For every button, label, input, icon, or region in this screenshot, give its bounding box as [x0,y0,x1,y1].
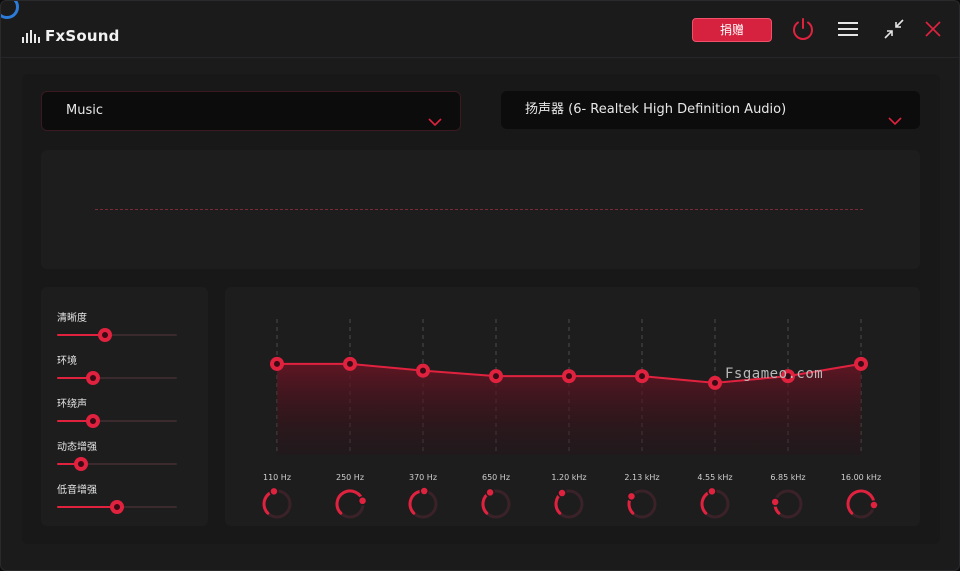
effect-slider-track[interactable] [57,500,177,514]
equalizer-panel: 110 Hz 250 Hz 370 Hz 650 Hz 1.20 kHz 2.13 kHz… [225,287,920,526]
effect-clarity: 清晰度 [57,309,177,342]
chevron-down-icon [428,105,442,143]
eq-band-handle-center [566,373,572,380]
eq-band-handle-center [420,367,426,374]
chevron-down-icon [888,104,902,142]
close-icon[interactable] [919,15,947,43]
app-logo: FxSound [22,27,120,45]
app-name: FxSound [45,27,120,45]
effect-ambience: 环境 [57,352,177,385]
effect-slider-knob[interactable] [86,371,100,385]
eq-band-handle-center [858,360,864,367]
effect-label: 环境 [57,356,77,367]
effect-surround: 环绕声 [57,395,177,428]
eq-band-label: 110 Hz [262,473,292,482]
effect-label: 清晰度 [57,313,87,324]
eq-band-label: 1.20 kHz [551,473,587,482]
effect-bass-boost: 低音增强 [57,481,177,514]
eq-band-handle-center [274,360,280,367]
eq-band-label: 6.85 kHz [770,473,806,482]
eq-band-handle-center [493,373,499,380]
power-icon[interactable] [789,15,817,43]
output-device-value: 扬声器 (6- Realtek High Definition Audio) [525,102,787,117]
effect-slider-knob[interactable] [98,328,112,342]
effect-slider-knob[interactable] [86,414,100,428]
eq-band-label: 370 Hz [408,473,438,482]
eq-band-dial-knob[interactable] [357,496,368,506]
spectrum-visualizer [41,150,920,269]
eq-band-label: 250 Hz [335,473,365,482]
output-device-dropdown[interactable]: 扬声器 (6- Realtek High Definition Audio) [501,91,920,129]
eq-band-handle-center [712,379,718,386]
eq-band-label: 16.00 kHz [840,473,882,482]
preset-value: Music [66,103,103,118]
eq-band-dial-knob[interactable] [557,488,567,498]
eq-band-dial-knob[interactable] [869,500,879,510]
eq-band-dial-knob[interactable] [770,497,780,507]
eq-band-label: 650 Hz [481,473,511,482]
effect-slider-knob[interactable] [110,500,124,514]
effect-slider-track[interactable] [57,328,177,342]
effect-slider-fill [57,506,117,508]
equalizer-graph [262,319,879,519]
eq-band-dial-knob[interactable] [626,491,637,502]
title-bar: FxSound 捐赠 [1,1,959,58]
eq-band-dial-knob[interactable] [485,487,495,498]
eq-band-dial-arc [846,489,876,515]
menu-icon[interactable] [834,15,862,43]
effect-slider-track[interactable] [57,371,177,385]
logo-bars-icon [22,29,40,43]
effect-slider-track[interactable] [57,414,177,428]
visualizer-baseline [95,209,863,210]
effect-label: 环绕声 [57,399,87,410]
eq-band-dial-knob[interactable] [419,486,429,496]
effect-slider-knob[interactable] [74,457,88,471]
effect-label: 低音增强 [57,485,97,496]
eq-band-dial-knob[interactable] [707,486,717,497]
effect-dynamic-boost: 动态增强 [57,438,177,471]
effect-label: 动态增强 [57,442,97,453]
preset-dropdown[interactable]: Music [41,91,461,131]
donate-button[interactable]: 捐赠 [692,18,772,42]
minimize-icon[interactable] [880,15,908,43]
eq-band-handle-center [639,373,645,380]
eq-band-label: 2.13 kHz [624,473,660,482]
eq-band-handle-center [347,360,353,367]
app-window: FxSound 捐赠 Music 扬声器 (6- Realtek High De… [0,0,960,571]
eq-band-dial-knob[interactable] [269,486,279,497]
effects-panel: 清晰度 环境 环绕声 动态增强 低音增强 [41,287,208,526]
effect-slider-track[interactable] [57,457,177,471]
eq-band-label: 4.55 kHz [697,473,733,482]
watermark-text: Fsgameo.com [725,366,824,382]
